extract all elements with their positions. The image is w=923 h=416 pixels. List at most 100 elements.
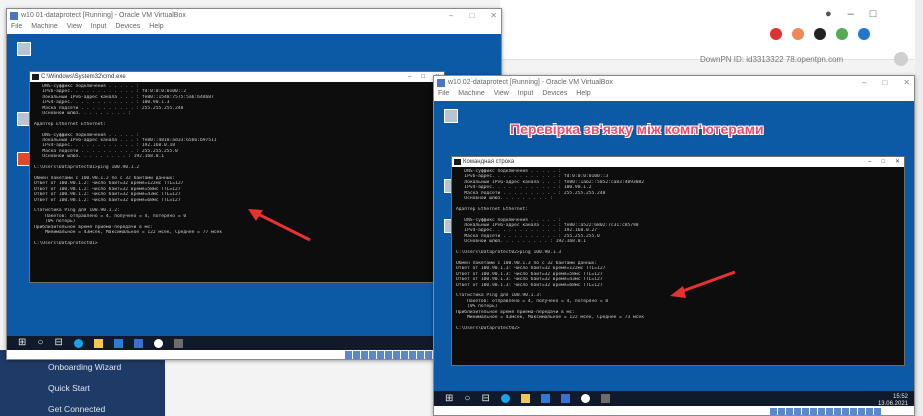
vm-left-titlebar[interactable]: w10 01-dataprotect [Running] - Oracle VM… — [7, 9, 501, 23]
status-icon[interactable] — [786, 408, 793, 415]
status-icon[interactable] — [818, 408, 825, 415]
vm-right-system-tray[interactable]: 15:52 13.06.2021 — [878, 394, 908, 408]
store-icon[interactable] — [540, 394, 550, 403]
vm-right-taskbar: ⊞ ○ ⊟ 15:52 13.06.2021 — [434, 391, 914, 408]
menu-devices[interactable]: Devices — [115, 23, 140, 34]
status-icon[interactable] — [802, 408, 809, 415]
host-window-controls: ● – □ — [825, 8, 876, 20]
minimize-icon[interactable]: – — [449, 9, 453, 23]
status-icon[interactable] — [361, 351, 368, 359]
menu-view[interactable]: View — [494, 90, 509, 101]
vm-right-status-icons — [770, 407, 881, 415]
store-icon[interactable] — [113, 338, 123, 348]
status-icon[interactable] — [874, 408, 881, 415]
avatar[interactable] — [894, 52, 908, 66]
console-right-titlebar[interactable]: Командная строка – □ ✕ — [452, 157, 904, 167]
menu-machine[interactable]: Machine — [31, 23, 57, 34]
mail-icon[interactable] — [560, 394, 570, 403]
host-scrollbar[interactable] — [915, 0, 923, 416]
status-icon[interactable] — [866, 408, 873, 415]
menu-input[interactable]: Input — [518, 90, 534, 101]
extension-icon[interactable] — [814, 28, 826, 40]
status-icon[interactable] — [770, 408, 777, 415]
status-icon[interactable] — [778, 408, 785, 415]
vm-window-left: w10 01-dataprotect [Running] - Oracle VM… — [6, 8, 502, 360]
menu-file[interactable]: File — [438, 90, 449, 101]
console-left-title: C:\Windows\System32\cmd.exe — [41, 74, 126, 80]
console-left-output: DNS-суффикс подключения . . . . . : IPv6… — [30, 82, 444, 248]
console-window-left[interactable]: C:\Windows\System32\cmd.exe –□✕ DNS-суфф… — [29, 71, 445, 283]
tray-clock-time: 15:52 — [892, 394, 908, 400]
edge-icon[interactable] — [73, 338, 83, 348]
close-icon[interactable]: ✕ — [903, 76, 910, 90]
mail-icon[interactable] — [133, 338, 143, 348]
cmd-taskbar-icon[interactable] — [600, 394, 610, 403]
host-minimize-icon[interactable]: – — [848, 8, 854, 20]
search-icon[interactable]: ○ — [37, 337, 43, 349]
chrome-icon[interactable] — [153, 338, 163, 348]
sidebar-item-get-connected[interactable]: Get Connected — [48, 404, 105, 414]
virtualbox-icon — [10, 12, 18, 20]
status-icon[interactable] — [345, 351, 352, 359]
status-icon[interactable] — [425, 351, 432, 359]
status-icon[interactable] — [377, 351, 384, 359]
status-icon[interactable] — [810, 408, 817, 415]
windows-start-icon[interactable]: ⊞ — [445, 393, 453, 405]
extension-icon[interactable] — [836, 28, 848, 40]
extension-icon[interactable] — [858, 28, 870, 40]
status-icon[interactable] — [794, 408, 801, 415]
console-right-output: DNS-суффикс подключения . . . . . : IPv6… — [452, 167, 904, 333]
status-icon[interactable] — [834, 408, 841, 415]
task-view-icon[interactable]: ⊟ — [481, 393, 489, 405]
windows-start-icon[interactable]: ⊞ — [18, 337, 26, 349]
menu-help[interactable]: Help — [576, 90, 590, 101]
minimize-icon[interactable]: – — [868, 157, 871, 167]
file-explorer-icon[interactable] — [520, 394, 530, 403]
status-icon[interactable] — [353, 351, 360, 359]
minimize-icon[interactable]: – — [862, 76, 866, 90]
status-icon[interactable] — [850, 408, 857, 415]
sidebar-item-quick-start[interactable]: Quick Start — [48, 383, 90, 393]
edge-icon[interactable] — [500, 394, 510, 403]
menu-input[interactable]: Input — [91, 23, 107, 34]
status-icon[interactable] — [417, 351, 424, 359]
maximize-icon[interactable]: □ — [469, 9, 474, 23]
menu-help[interactable]: Help — [149, 23, 163, 34]
recycle-bin-icon[interactable] — [444, 109, 458, 123]
console-window-right[interactable]: Командная строка – □ ✕ DNS-суффикс подключ… — [451, 156, 905, 366]
menu-view[interactable]: View — [67, 23, 82, 34]
search-icon[interactable]: ○ — [464, 393, 470, 405]
status-icon[interactable] — [858, 408, 865, 415]
menu-devices[interactable]: Devices — [542, 90, 567, 101]
extension-icon[interactable] — [792, 28, 804, 40]
status-icon[interactable] — [369, 351, 376, 359]
recycle-bin-icon[interactable] — [17, 42, 31, 56]
status-icon[interactable] — [385, 351, 392, 359]
vm-right-titlebar[interactable]: w10 02-dataprotect [Running] - Oracle VM… — [434, 76, 914, 90]
console-left-titlebar[interactable]: C:\Windows\System32\cmd.exe –□✕ — [30, 72, 444, 82]
maximize-icon[interactable]: □ — [421, 72, 425, 82]
host-restore-icon[interactable]: □ — [870, 8, 877, 20]
host-record-icon[interactable]: ● — [825, 8, 832, 20]
file-explorer-icon[interactable] — [93, 338, 103, 348]
status-icon[interactable] — [401, 351, 408, 359]
chrome-icon[interactable] — [580, 394, 590, 403]
task-view-icon[interactable]: ⊟ — [54, 337, 62, 349]
sidebar-item-onboarding-wizard[interactable]: Onboarding Wizard — [48, 362, 121, 372]
maximize-icon[interactable]: □ — [881, 157, 885, 167]
menu-machine[interactable]: Machine — [458, 90, 484, 101]
minimize-icon[interactable]: – — [408, 72, 411, 82]
cmd-taskbar-icon[interactable] — [173, 338, 183, 348]
tray-clock-date: 13.06.2021 — [877, 401, 908, 407]
status-icon[interactable] — [842, 408, 849, 415]
status-icon[interactable] — [826, 408, 833, 415]
close-icon[interactable]: ✕ — [895, 157, 900, 167]
status-icon[interactable] — [393, 351, 400, 359]
menu-file[interactable]: File — [11, 23, 22, 34]
host-extension-icons — [770, 28, 870, 40]
extension-icon[interactable] — [770, 28, 782, 40]
screenshot-stage: ● – □ DownPN ID: id3313322 78.opentpn.co… — [0, 0, 923, 416]
status-icon[interactable] — [409, 351, 416, 359]
close-icon[interactable]: ✕ — [490, 9, 497, 23]
maximize-icon[interactable]: □ — [882, 76, 887, 90]
